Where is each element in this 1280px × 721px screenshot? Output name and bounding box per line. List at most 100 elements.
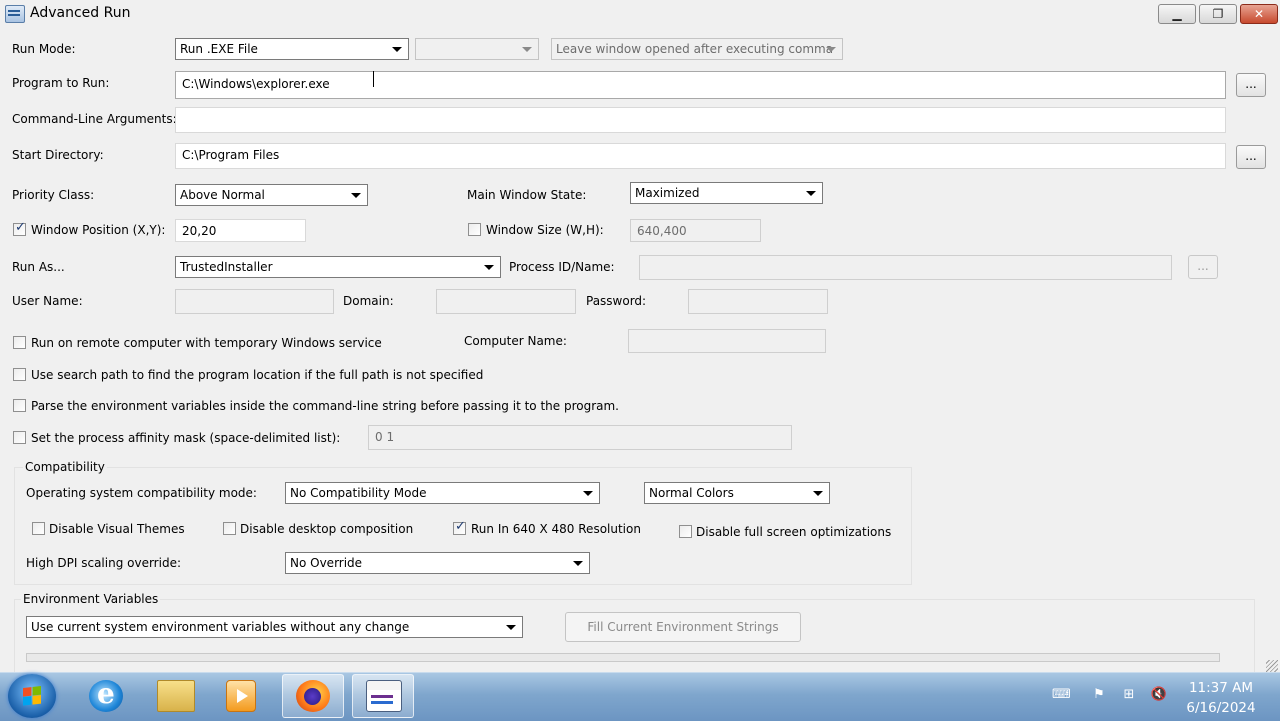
- run-640x480-label: Run In 640 X 480 Resolution: [471, 522, 641, 536]
- start-dir-browse-button[interactable]: ...: [1236, 145, 1266, 169]
- main-window-state-label: Main Window State:: [467, 188, 587, 202]
- priority-value: Above Normal: [180, 188, 265, 202]
- password-input[interactable]: [688, 289, 828, 314]
- os-mode-label: Operating system compatibility mode:: [26, 486, 257, 500]
- window-size-input[interactable]: 640,400: [630, 219, 761, 242]
- title-bar: [0, 0, 1280, 28]
- user-name-input[interactable]: [175, 289, 334, 314]
- cmdline-label: Command-Line Arguments:: [12, 112, 177, 126]
- action-center-flag-icon[interactable]: ⚑: [1090, 688, 1108, 702]
- domain-input[interactable]: [436, 289, 576, 314]
- window-title: Advanced Run: [30, 5, 131, 21]
- network-icon[interactable]: ⊞: [1120, 688, 1138, 702]
- disable-desktop-composition-label: Disable desktop composition: [240, 522, 414, 536]
- minimize-button[interactable]: ▁: [1158, 4, 1196, 24]
- firefox-icon: [296, 680, 330, 712]
- window-position-checkbox[interactable]: [13, 220, 26, 236]
- chevron-down-icon: [583, 491, 593, 496]
- maximize-button[interactable]: ❐: [1199, 4, 1237, 24]
- run-mode-secondary-dropdown[interactable]: [415, 38, 539, 60]
- computer-name-input[interactable]: [628, 329, 826, 353]
- colors-dropdown[interactable]: Normal Colors: [644, 482, 830, 504]
- environment-title: Environment Variables: [21, 592, 161, 606]
- dpi-label: High DPI scaling override:: [26, 556, 181, 570]
- internet-explorer-icon: [89, 677, 123, 712]
- disable-visual-themes-checkbox[interactable]: [32, 522, 45, 535]
- run-mode-value: Run .EXE File: [180, 42, 258, 56]
- compatibility-title: Compatibility: [23, 460, 107, 474]
- start-button[interactable]: [8, 674, 56, 718]
- disable-visual-themes-label: Disable Visual Themes: [49, 522, 185, 536]
- chevron-down-icon: [506, 625, 516, 630]
- run-as-dropdown[interactable]: TrustedInstaller: [175, 256, 501, 278]
- run-mode-label: Run Mode:: [12, 42, 76, 56]
- program-input[interactable]: C:\Windows\explorer.exe: [175, 71, 1226, 99]
- run-as-value: TrustedInstaller: [180, 260, 273, 274]
- media-player-icon: [226, 680, 256, 712]
- chevron-down-icon: [806, 191, 816, 196]
- resize-grip-icon[interactable]: [1266, 660, 1278, 672]
- chevron-down-icon: [522, 47, 532, 52]
- after-exec-value: Leave window opened after executing comm…: [556, 42, 834, 56]
- environment-mode-value: Use current system environment variables…: [31, 620, 410, 634]
- clock-date: 6/16/2024: [1186, 700, 1256, 716]
- environment-mode-dropdown[interactable]: Use current system environment variables…: [26, 616, 523, 638]
- horizontal-scrollbar[interactable]: [26, 653, 1220, 662]
- affinity-checkbox[interactable]: [13, 431, 26, 444]
- dpi-value: No Override: [290, 556, 363, 570]
- process-id-input[interactable]: [639, 255, 1172, 280]
- parse-env-label: Parse the environment variables inside t…: [31, 399, 619, 413]
- chevron-down-icon: [351, 193, 361, 198]
- computer-name-label: Computer Name:: [464, 334, 567, 348]
- after-exec-dropdown[interactable]: Leave window opened after executing comm…: [551, 38, 843, 60]
- advanced-run-icon: [366, 680, 402, 712]
- remote-label: Run on remote computer with temporary Wi…: [31, 336, 382, 350]
- run-mode-dropdown[interactable]: Run .EXE File: [175, 38, 409, 60]
- program-browse-button[interactable]: ...: [1236, 73, 1266, 97]
- process-id-browse-button[interactable]: ...: [1188, 255, 1218, 279]
- volume-muted-icon[interactable]: 🔇: [1150, 688, 1168, 702]
- clock-time: 11:37 AM: [1188, 680, 1254, 696]
- text-cursor-icon: [373, 71, 378, 87]
- affinity-input[interactable]: 0 1: [368, 425, 792, 450]
- os-mode-dropdown[interactable]: No Compatibility Mode: [285, 482, 600, 504]
- app-icon[interactable]: [5, 5, 25, 23]
- priority-dropdown[interactable]: Above Normal: [175, 184, 368, 206]
- clock[interactable]: 11:37 AM 6/16/2024: [1178, 678, 1264, 718]
- window-position-input[interactable]: 20,20: [175, 219, 306, 242]
- colors-value: Normal Colors: [649, 486, 734, 500]
- search-path-checkbox[interactable]: [13, 368, 26, 381]
- folder-icon: [157, 680, 195, 712]
- program-label: Program to Run:: [12, 76, 110, 90]
- domain-label: Domain:: [343, 294, 394, 308]
- main-window-state-dropdown[interactable]: Maximized: [630, 182, 823, 204]
- chevron-down-icon: [813, 491, 823, 496]
- window-size-checkbox[interactable]: [468, 223, 481, 236]
- chevron-down-icon: [484, 265, 494, 270]
- user-name-label: User Name:: [12, 294, 83, 308]
- remote-checkbox[interactable]: [13, 336, 26, 349]
- search-path-label: Use search path to find the program loca…: [31, 368, 484, 382]
- parse-env-checkbox[interactable]: [13, 399, 26, 412]
- chevron-down-icon: [826, 47, 836, 52]
- chevron-down-icon: [392, 47, 402, 52]
- keyboard-icon[interactable]: ⌨: [1052, 688, 1071, 702]
- dpi-dropdown[interactable]: No Override: [285, 552, 590, 574]
- disable-fullscreen-opt-checkbox[interactable]: [679, 525, 692, 538]
- cmdline-input[interactable]: [175, 107, 1226, 133]
- process-id-label: Process ID/Name:: [509, 260, 615, 274]
- chevron-down-icon: [573, 561, 583, 566]
- priority-label: Priority Class:: [12, 188, 95, 202]
- run-as-label: Run As...: [12, 260, 65, 274]
- main-window-state-value: Maximized: [635, 186, 700, 200]
- affinity-label: Set the process affinity mask (space-del…: [31, 431, 341, 445]
- close-button[interactable]: ✕: [1240, 4, 1278, 24]
- disable-fullscreen-opt-label: Disable full screen optimizations: [696, 525, 892, 539]
- run-640x480-checkbox[interactable]: [453, 519, 466, 535]
- disable-desktop-composition-checkbox[interactable]: [223, 522, 236, 535]
- start-dir-input[interactable]: C:\Program Files: [175, 143, 1226, 169]
- password-label: Password:: [586, 294, 647, 308]
- start-dir-label: Start Directory:: [12, 148, 104, 162]
- fill-environment-button[interactable]: Fill Current Environment Strings: [565, 612, 801, 642]
- os-mode-value: No Compatibility Mode: [290, 486, 427, 500]
